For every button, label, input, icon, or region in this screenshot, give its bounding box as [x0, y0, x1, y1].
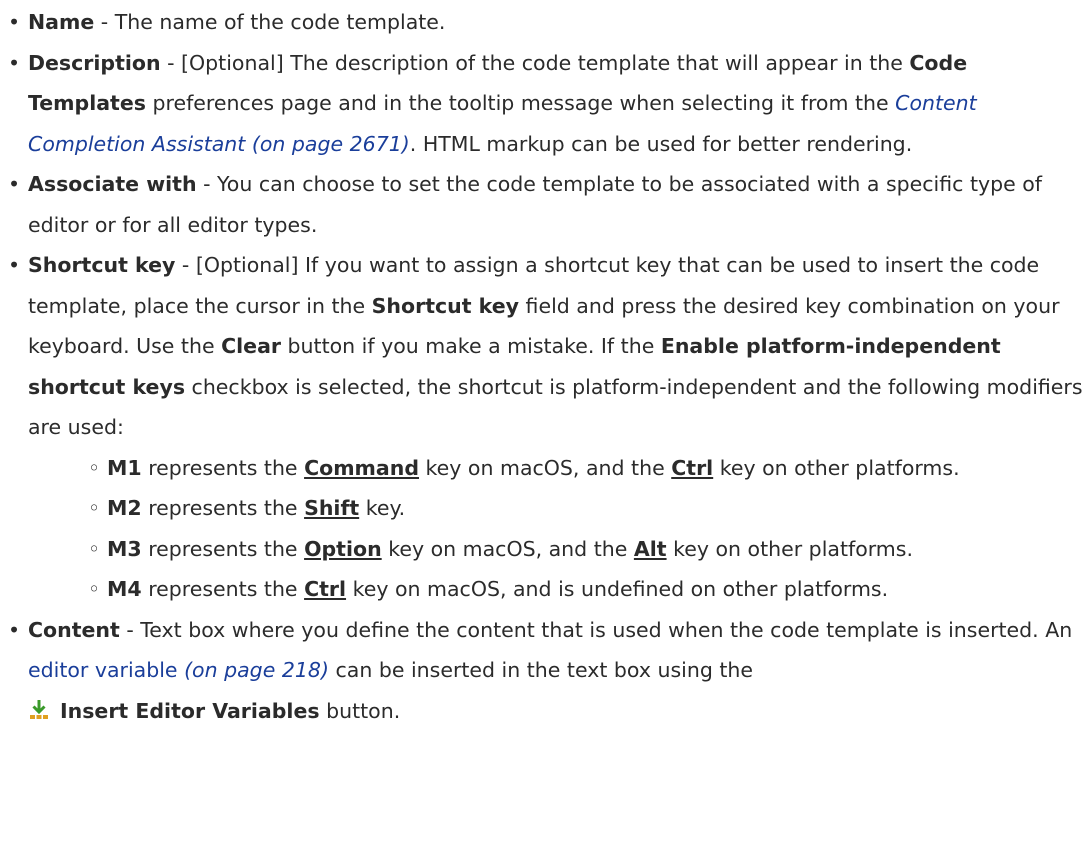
- name-description: - The name of the code template.: [94, 10, 446, 34]
- term-shortcut-key: Shortcut key: [28, 253, 176, 277]
- modifier-text: represents the: [141, 577, 305, 601]
- list-item-associate-with: Associate with - You can choose to set t…: [0, 164, 1092, 245]
- modifier-key: M1: [107, 455, 142, 480]
- insert-editor-variables-icon: [28, 695, 50, 719]
- description-text-2: preferences page and in the tooltip mess…: [145, 91, 896, 115]
- modifier-text: key on macOS, and the: [381, 536, 634, 561]
- content-text-3: button.: [319, 698, 401, 723]
- modifier-item-m1: M1 represents the Command key on macOS, …: [28, 448, 1092, 489]
- insert-editor-variables-icon-graphic: [30, 699, 48, 719]
- modifier-text: key on macOS, and is undefined on other …: [346, 577, 889, 601]
- key-name: Command: [304, 455, 420, 480]
- editor-variable-link-text: editor variable: [28, 658, 178, 682]
- key-name: Ctrl: [671, 455, 714, 480]
- list-item-content: Content - Text box where you define the …: [0, 610, 1092, 732]
- term-associate-with: Associate with: [28, 172, 197, 196]
- modifier-text: key on other platforms.: [666, 536, 913, 561]
- modifier-text: key on macOS, and the: [419, 455, 672, 480]
- modifier-text: represents the: [141, 496, 305, 520]
- key-name: Alt: [633, 536, 667, 561]
- insert-editor-variables-button-label: Insert Editor Variables: [60, 698, 320, 723]
- modifier-key: M3: [107, 536, 142, 561]
- modifier-text: represents the: [141, 455, 305, 480]
- modifier-text: key on other platforms.: [713, 455, 960, 480]
- document-page: Name - The name of the code template. De…: [0, 0, 1092, 852]
- list-item-description: Description - [Optional] The description…: [0, 43, 1092, 165]
- modifier-key: M2: [107, 496, 142, 520]
- modifiers-list: M1 represents the Command key on macOS, …: [28, 448, 1092, 610]
- key-name: Shift: [304, 496, 360, 520]
- modifier-text: represents the: [141, 536, 305, 561]
- shortcut-text-4: checkbox is selected, the shortcut is pl…: [28, 374, 1083, 440]
- description-text-3: . HTML markup can be used for better ren…: [409, 131, 913, 156]
- clear-button-label: Clear: [221, 334, 282, 358]
- description-text-1: - [Optional] The description of the code…: [160, 50, 910, 75]
- key-name: Ctrl: [304, 577, 347, 601]
- modifier-item-m3: M3 represents the Option key on macOS, a…: [28, 529, 1092, 570]
- content-text-1: - Text box where you define the content …: [119, 617, 1073, 642]
- modifier-key: M4: [107, 577, 142, 601]
- term-content: Content: [28, 617, 120, 642]
- shortcut-key-field-label: Shortcut key: [371, 293, 520, 318]
- list-item-shortcut-key: Shortcut key - [Optional] If you want to…: [0, 245, 1092, 610]
- key-name: Option: [304, 536, 382, 561]
- editor-variable-link-page: (on page 218): [177, 658, 329, 682]
- term-name: Name: [28, 10, 95, 34]
- modifier-item-m2: M2 represents the Shift key.: [28, 488, 1092, 529]
- content-text-2: can be inserted in the text box using th…: [328, 658, 754, 682]
- code-template-fields-list: Name - The name of the code template. De…: [0, 2, 1092, 731]
- editor-variable-link[interactable]: editor variable (on page 218): [28, 658, 329, 682]
- list-item-name: Name - The name of the code template.: [0, 2, 1092, 43]
- modifier-item-m4: M4 represents the Ctrl key on macOS, and…: [28, 569, 1092, 610]
- shortcut-text-3: button if you make a mistake. If the: [281, 334, 661, 358]
- modifier-text: key.: [359, 496, 406, 520]
- term-description: Description: [28, 50, 161, 75]
